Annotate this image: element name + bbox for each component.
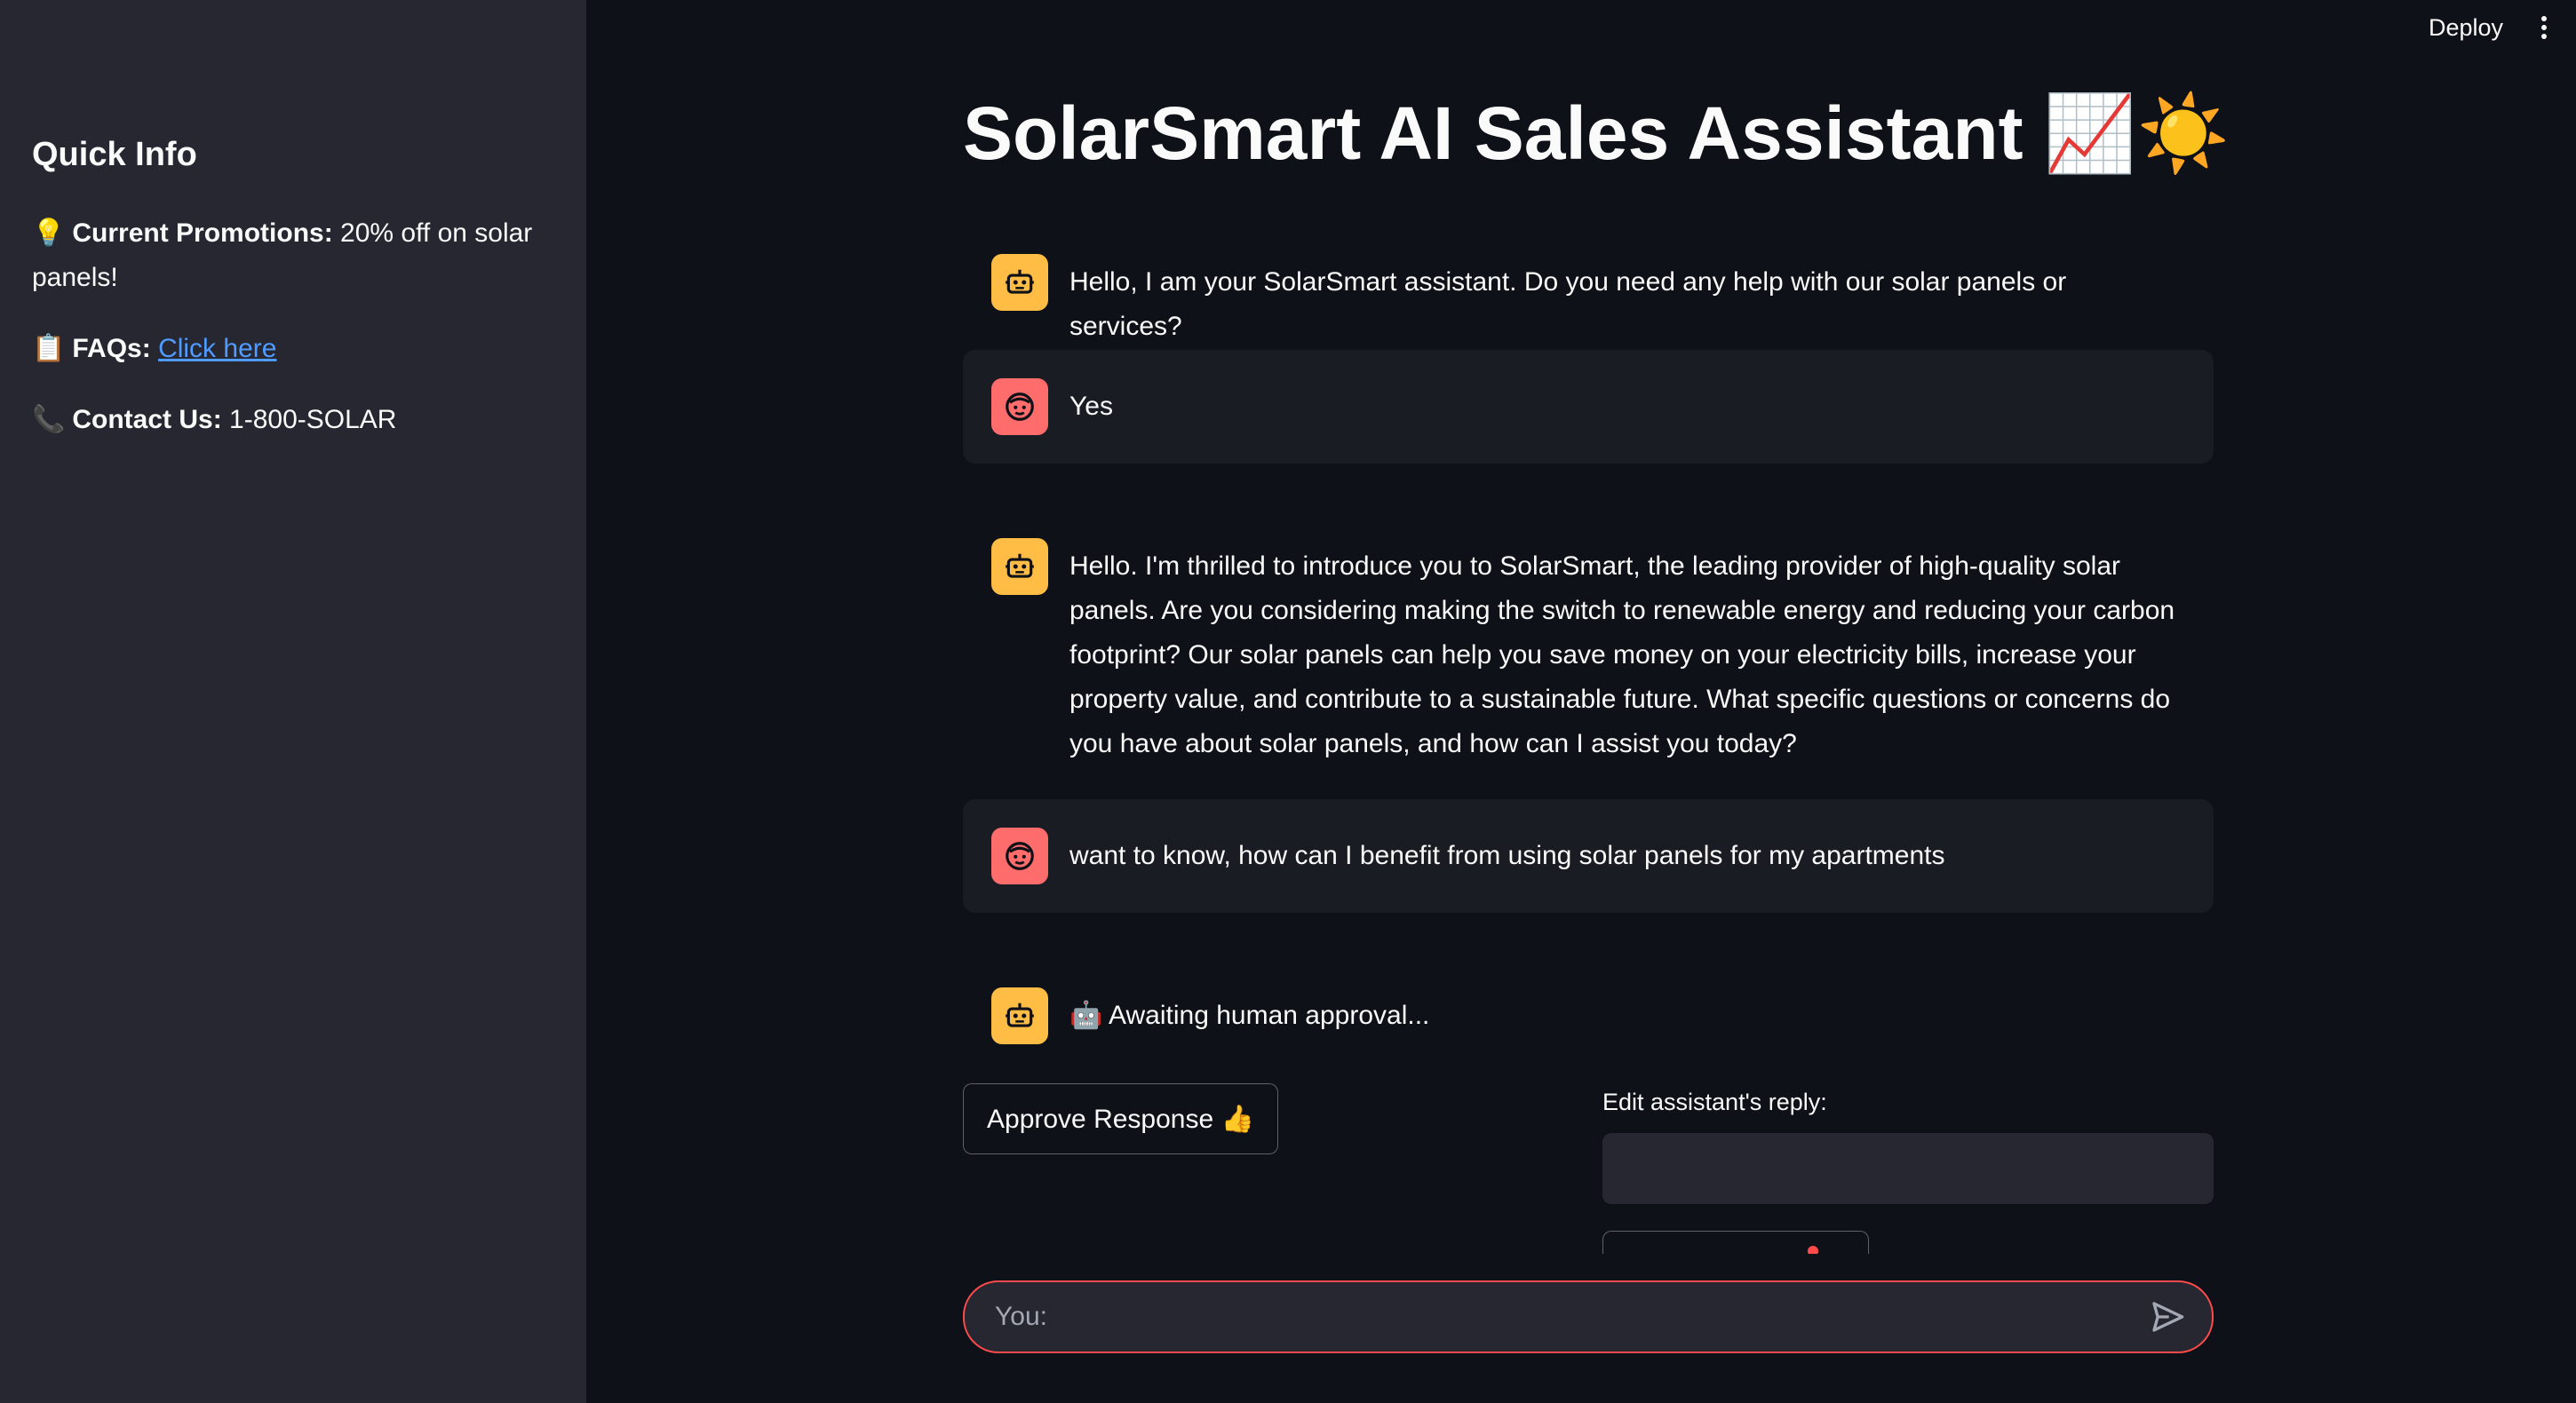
chat-input-bar bbox=[963, 1280, 2214, 1353]
faqs-label: FAQs: bbox=[72, 334, 151, 363]
submit-edit-button[interactable] bbox=[1602, 1231, 1869, 1254]
promotions-info: 💡 Current Promotions: 20% off on solar pa… bbox=[32, 211, 554, 300]
header-toolbar: Deploy bbox=[2418, 0, 2576, 55]
faqs-link[interactable]: Click here bbox=[158, 334, 276, 363]
chat-message-user: want to know, how can I benefit from usi… bbox=[963, 799, 2214, 913]
chat-message-assistant: Hello. I'm thrilled to introduce you to … bbox=[963, 517, 2214, 788]
partial-button-clip bbox=[1602, 1231, 1869, 1254]
send-icon[interactable] bbox=[2146, 1296, 2189, 1338]
face-icon bbox=[991, 828, 1048, 884]
message-text: Yes bbox=[1069, 392, 1113, 421]
deploy-button[interactable]: Deploy bbox=[2418, 9, 2514, 47]
edit-reply-label: Edit assistant's reply: bbox=[1602, 1089, 1827, 1115]
message-text: 🤖 Awaiting human approval... bbox=[1069, 1001, 1430, 1030]
message-text: Hello. I'm thrilled to introduce you to … bbox=[1069, 551, 2175, 758]
contact-label: Contact Us: bbox=[72, 405, 222, 434]
page-title: SolarSmart AI Sales Assistant 📈☀️ bbox=[963, 91, 2230, 175]
robot-icon bbox=[991, 538, 1048, 595]
edit-reply-input[interactable] bbox=[1602, 1133, 2214, 1204]
face-icon bbox=[991, 378, 1048, 435]
chat-input[interactable] bbox=[993, 1301, 2146, 1333]
chat-message-assistant: 🤖 Awaiting human approval... bbox=[963, 966, 2214, 1066]
message-text: Hello, I am your SolarSmart assistant. D… bbox=[1069, 267, 2067, 341]
faqs-info: 📋 FAQs: Click here bbox=[32, 327, 554, 371]
sidebar: Quick Info 💡 Current Promotions: 20% off … bbox=[0, 0, 586, 1403]
robot-icon bbox=[991, 254, 1048, 311]
phone-icon: 📞 bbox=[32, 405, 66, 434]
approve-response-button[interactable]: Approve Response 👍 bbox=[963, 1083, 1278, 1154]
sidebar-heading: Quick Info bbox=[32, 136, 197, 173]
message-text: want to know, how can I benefit from usi… bbox=[1069, 841, 1945, 870]
contact-value: 1-800-SOLAR bbox=[229, 405, 397, 434]
promotions-label: Current Promotions: bbox=[72, 218, 333, 248]
clipboard-icon: 📋 bbox=[32, 334, 66, 363]
contact-info: 📞 Contact Us: 1-800-SOLAR bbox=[32, 398, 554, 442]
pin-icon bbox=[1808, 1246, 1818, 1254]
chat-message-user: Yes bbox=[963, 350, 2214, 464]
kebab-menu-icon[interactable] bbox=[2535, 12, 2553, 43]
main-content: SolarSmart AI Sales Assistant 📈☀️ Hello,… bbox=[963, 0, 2230, 1403]
lightbulb-icon: 💡 bbox=[32, 218, 66, 248]
robot-icon bbox=[991, 987, 1048, 1044]
